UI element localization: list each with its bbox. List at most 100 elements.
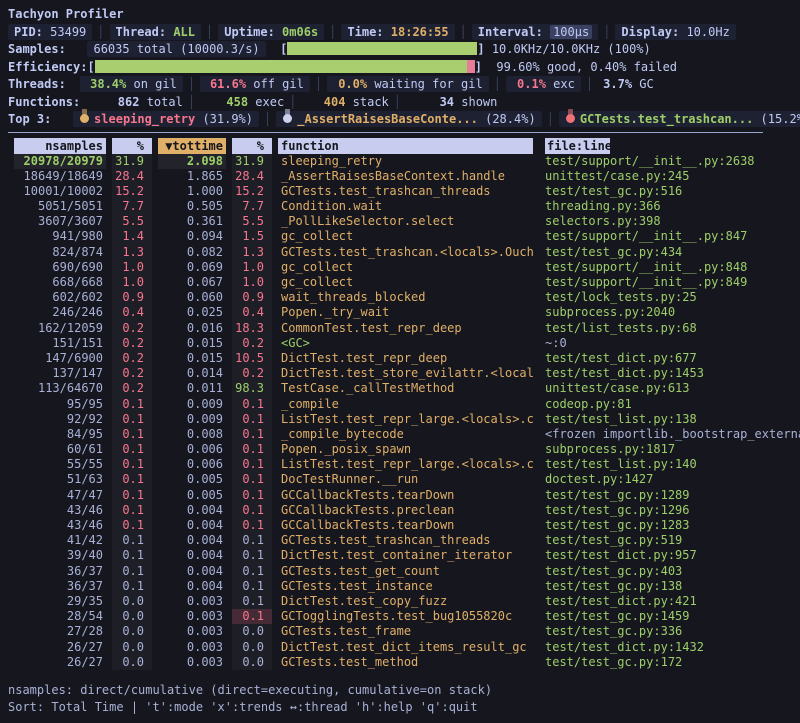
cell-fileline: test/test_dict.py:957 (545, 548, 800, 563)
cell-fileline: test/support/__init__.py:849 (545, 275, 800, 290)
threads-line: Threads: 38.4% on gil61.6% off gil0.0% w… (8, 76, 800, 94)
divider (489, 77, 506, 91)
gold-medal-icon (80, 114, 89, 123)
table-row: 29/350.00.0030.1DictTest.test_copy_fuzzt… (8, 594, 800, 609)
table-row: 151/1510.20.0150.2<GC>~:0 (8, 336, 800, 351)
cell-fileline: test/support/__init__.py:847 (545, 229, 800, 244)
cell-percent-direct: 0.1 (112, 442, 152, 457)
efficiency-bar (95, 60, 475, 73)
cell-nsamples: 27/28 (14, 624, 106, 639)
functions-stack: 404 stack (301, 95, 388, 109)
cell-tottime: 0.060 (158, 290, 226, 305)
samples-stats: 66035 total (10000.3/s) (87, 41, 265, 57)
column-header-function: function (278, 138, 533, 154)
table-row: 246/2460.40.0250.4Popen._try_waitsubproc… (8, 305, 800, 320)
cell-nsamples: 246/246 (14, 305, 106, 320)
table-row: 20978/2097931.92.09831.9sleeping_retryte… (8, 154, 800, 169)
divider (542, 112, 559, 126)
cell-percent-direct: 1.3 (112, 245, 152, 260)
status-line: PID: 53499Thread: ALLUptime: 0m06sTime: … (8, 24, 800, 42)
cell-function: DictTest.test_repr_deep (278, 351, 533, 366)
cell-tottime: 0.009 (158, 397, 226, 412)
interval-value: 100µs (550, 25, 592, 39)
cell-function: CommonTest.test_repr_deep (278, 321, 533, 336)
cell-function: GCCallbackTests.preclean (278, 503, 533, 518)
cell-fileline: codeop.py:81 (545, 397, 800, 412)
table-row: 113/646700.20.01198.3TestCase._callTestM… (8, 381, 800, 396)
cell-nsamples: 84/95 (14, 427, 106, 442)
cell-function: GCCallbackTests.tearDown (278, 518, 533, 533)
cell-percent-direct: 7.7 (112, 199, 152, 214)
cell-fileline: test/test_dict.py:1432 (545, 640, 800, 655)
cell-percent-cumulative: 0.9 (232, 290, 272, 305)
cell-fileline: <frozen importlib._bootstrap_external (545, 427, 800, 442)
cell-function: _compile (278, 397, 533, 412)
cell-percent-cumulative: 0.1 (232, 412, 272, 427)
cell-percent-cumulative: 0.1 (232, 488, 272, 503)
cell-percent-cumulative: 0.1 (232, 518, 272, 533)
cell-nsamples: 162/12059 (14, 321, 106, 336)
cell-fileline: test/test_gc.py:336 (545, 624, 800, 639)
cell-tottime: 0.009 (158, 412, 226, 427)
cell-percent-direct: 1.4 (112, 229, 152, 244)
table-header-row: nsamples % ▼tottime % function file:line (8, 138, 800, 154)
cell-tottime: 0.003 (158, 609, 226, 624)
cell-function: GCTests.test_trashcan_threads (278, 533, 533, 548)
cell-fileline: test/lock_tests.py:25 (545, 290, 800, 305)
cell-percent-cumulative: 7.7 (232, 199, 272, 214)
cell-function: GCCallbackTests.tearDown (278, 488, 533, 503)
cell-nsamples: 5051/5051 (14, 199, 106, 214)
cell-function: Popen._posix_spawn (278, 442, 533, 457)
cell-percent-direct: 0.2 (112, 381, 152, 396)
cell-percent-direct: 0.1 (112, 412, 152, 427)
gc-segment: 3.7% GC (598, 77, 654, 91)
cell-percent-cumulative: 0.1 (232, 397, 272, 412)
divider (455, 25, 472, 39)
divider (581, 77, 598, 91)
tachyon-profiler-terminal[interactable]: Tachyon Profiler PID: 53499Thread: ALLUp… (0, 0, 800, 723)
pid-segment: PID: 53499 (8, 24, 92, 40)
table-row: 55/550.10.0060.1ListTest.test_repr_large… (8, 457, 800, 472)
column-header-nsamples: nsamples (14, 138, 106, 154)
table-row: 84/950.10.0080.1_compile_bytecode<frozen… (8, 427, 800, 442)
cell-percent-direct: 0.1 (112, 518, 152, 533)
cell-percent-direct: 0.2 (112, 321, 152, 336)
table-row: 47/470.10.0050.1GCCallbackTests.tearDown… (8, 488, 800, 503)
divider (259, 112, 276, 126)
table-row: 147/69000.20.01510.5DictTest.test_repr_d… (8, 351, 800, 366)
cell-fileline: test/test_gc.py:519 (545, 533, 800, 548)
table-row: 602/6020.90.0600.9wait_threads_blockedte… (8, 290, 800, 305)
cell-fileline: test/test_gc.py:172 (545, 655, 800, 670)
cell-nsamples: 43/46 (14, 518, 106, 533)
cell-tottime: 0.015 (158, 336, 226, 351)
display-value: 10.0Hz (686, 25, 729, 39)
cell-fileline: test/test_gc.py:516 (545, 184, 800, 199)
cell-percent-cumulative: 1.0 (232, 275, 272, 290)
cell-percent-cumulative: 0.1 (232, 548, 272, 563)
cell-nsamples: 51/63 (14, 472, 106, 487)
table-row: 162/120590.20.01618.3CommonTest.test_rep… (8, 321, 800, 336)
cell-tottime: 0.005 (158, 472, 226, 487)
gil-wait-segment: 0.0% waiting for gil (327, 76, 489, 92)
cell-percent-direct: 0.0 (112, 609, 152, 624)
table-row: 690/6901.00.0691.0gc_collecttest/support… (8, 260, 800, 275)
time-segment: Time: 18:26:55 (341, 24, 454, 40)
pid-value: 53499 (50, 25, 86, 39)
cell-nsamples: 28/54 (14, 609, 106, 624)
cell-percent-direct: 0.0 (112, 624, 152, 639)
cell-percent-direct: 0.1 (112, 488, 152, 503)
cell-percent-direct: 0.1 (112, 457, 152, 472)
cell-percent-direct: 0.2 (112, 351, 152, 366)
cell-nsamples: 55/55 (14, 457, 106, 472)
table-row: 39/400.10.0040.1DictTest.test_container_… (8, 548, 800, 563)
cell-fileline: test/test_list.py:140 (545, 457, 800, 472)
cell-percent-direct: 0.1 (112, 564, 152, 579)
cell-nsamples: 47/47 (14, 488, 106, 503)
cell-nsamples: 95/95 (14, 397, 106, 412)
cell-percent-direct: 0.1 (112, 427, 152, 442)
table-row: 3607/36075.50.3615.5_PollLikeSelector.se… (8, 214, 800, 229)
cell-tottime: 0.004 (158, 503, 226, 518)
stats-table-body: 20978/2097931.92.09831.9sleeping_retryte… (8, 154, 800, 670)
table-row: 43/460.10.0040.1GCCallbackTests.preclean… (8, 503, 800, 518)
cell-tottime: 0.361 (158, 214, 226, 229)
